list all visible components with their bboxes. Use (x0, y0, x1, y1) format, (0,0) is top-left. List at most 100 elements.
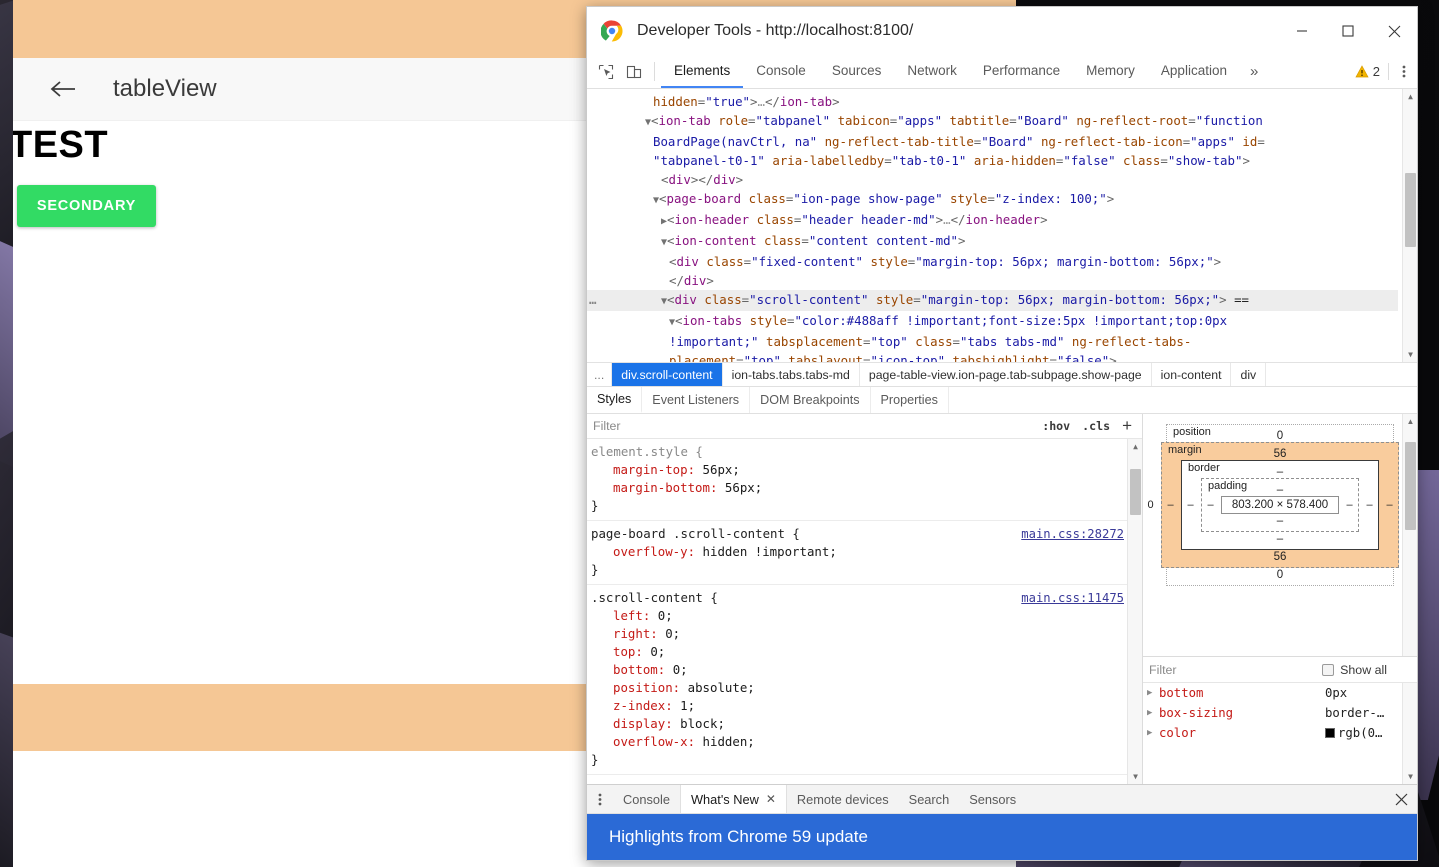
style-rule-source-link[interactable]: main.css:28272 (1021, 525, 1124, 543)
box-model-content-size[interactable]: 803.200 × 578.400 (1221, 496, 1339, 514)
declaration-property[interactable]: position: (613, 680, 688, 695)
dom-node-line[interactable]: ▼<ion-tab role="tabpanel" tabicon="apps"… (587, 111, 1398, 132)
style-declaration[interactable]: overflow-x: hidden; (587, 733, 1142, 751)
computed-property-row[interactable]: ▶ bottom 0px (1143, 683, 1417, 703)
declaration-property[interactable]: overflow-x: (613, 734, 703, 749)
styles-subtab-styles[interactable]: Styles (587, 387, 643, 413)
show-all-checkbox[interactable]: Show all (1322, 663, 1411, 677)
declaration-property[interactable]: right: (613, 626, 665, 641)
declaration-value[interactable]: 56px; (703, 462, 740, 477)
dom-node-line[interactable]: ▼<ion-tabs style="color:#488aff !importa… (587, 311, 1398, 332)
declaration-value[interactable]: absolute; (688, 680, 755, 695)
breadcrumb-item-ion-tabs-tabs-tabs-md[interactable]: ion-tabs.tabs.tabs-md (723, 363, 860, 386)
dom-node-line[interactable]: <div class="fixed-content" style="margin… (587, 252, 1398, 271)
scrollbar-thumb[interactable] (1405, 173, 1416, 247)
device-toolbar-icon[interactable] (620, 55, 648, 88)
breadcrumb-item-div[interactable]: div (1231, 363, 1267, 386)
declaration-value[interactable]: 0; (650, 644, 665, 659)
scrollbar-thumb[interactable] (1405, 442, 1416, 530)
declaration-value[interactable]: hidden !important; (703, 544, 837, 559)
tab-performance[interactable]: Performance (970, 55, 1073, 88)
margin-left-value[interactable]: – (1166, 499, 1175, 511)
computed-scrollbar[interactable]: ▼ (1402, 683, 1417, 784)
maximize-icon[interactable] (1325, 7, 1371, 55)
close-icon[interactable]: ✕ (766, 792, 776, 806)
margin-bottom-value[interactable]: 56 (1166, 550, 1394, 564)
style-declaration[interactable]: bottom: 0; (587, 661, 1142, 679)
declaration-property[interactable]: top: (613, 644, 650, 659)
style-declaration[interactable]: display: block; (587, 715, 1142, 733)
minimize-icon[interactable] (1279, 7, 1325, 55)
border-left-value[interactable]: – (1186, 499, 1195, 511)
declaration-property[interactable]: z-index: (613, 698, 680, 713)
declaration-value[interactable]: 0; (665, 626, 680, 641)
scroll-up-icon[interactable]: ▲ (1403, 414, 1417, 429)
new-style-rule-button[interactable]: + (1116, 417, 1136, 436)
computed-filter-input[interactable]: Filter (1149, 663, 1322, 677)
padding-bottom-value[interactable]: – (1206, 514, 1354, 528)
styles-scrollbar[interactable]: ▲ ▼ (1127, 439, 1142, 784)
dom-node-line[interactable]: !important;" tabsplacement="top" class="… (587, 332, 1398, 351)
declaration-property[interactable]: left: (613, 608, 658, 623)
style-declaration[interactable]: margin-top: 56px; (587, 461, 1142, 479)
devtools-titlebar[interactable]: Developer Tools - http://localhost:8100/ (587, 7, 1417, 55)
dom-node-line[interactable]: hidden="true">…</ion-tab> (587, 92, 1398, 111)
declaration-value[interactable]: block; (680, 716, 725, 731)
padding-left-value[interactable]: – (1206, 499, 1215, 511)
tab-application[interactable]: Application (1148, 55, 1240, 88)
more-vertical-icon[interactable] (587, 785, 613, 813)
drawer-tab-remote-devices[interactable]: Remote devices (787, 785, 899, 813)
drawer-tab-search[interactable]: Search (899, 785, 960, 813)
margin-right-value[interactable]: – (1385, 499, 1394, 511)
hov-toggle-button[interactable]: :hov (1036, 419, 1076, 433)
drawer-tab-sensors[interactable]: Sensors (959, 785, 1026, 813)
drawer-tab-whats-new[interactable]: What's New ✕ (679, 785, 787, 813)
dom-node-line[interactable]: ▼<ion-content class="content content-md"… (587, 231, 1398, 252)
back-arrow-icon[interactable] (41, 67, 85, 111)
more-vertical-icon[interactable] (1391, 55, 1417, 88)
style-declaration[interactable]: left: 0; (587, 607, 1142, 625)
style-declaration[interactable]: top: 0; (587, 643, 1142, 661)
more-tabs-icon[interactable]: » (1240, 55, 1268, 88)
style-declaration[interactable]: margin-bottom: 56px; (587, 479, 1142, 497)
padding-right-value[interactable]: – (1345, 499, 1354, 511)
border-bottom-value[interactable]: – (1186, 532, 1374, 546)
style-declaration[interactable]: right: 0; (587, 625, 1142, 643)
tab-sources[interactable]: Sources (819, 55, 895, 88)
cls-toggle-button[interactable]: .cls (1076, 419, 1116, 433)
drawer-tab-console[interactable]: Console (613, 785, 680, 813)
breadcrumb-item-div-scroll-content[interactable]: div.scroll-content (612, 363, 723, 386)
declaration-property[interactable]: bottom: (613, 662, 673, 677)
style-rule[interactable]: element.style {margin-top: 56px; margin-b… (587, 439, 1142, 521)
tab-memory[interactable]: Memory (1073, 55, 1148, 88)
dom-node-line[interactable]: <div></div> (587, 170, 1398, 189)
declaration-value[interactable]: 1; (680, 698, 695, 713)
inspect-element-icon[interactable] (592, 55, 620, 88)
dom-node-line[interactable]: "tabpanel-t0-1" aria-labelledby="tab-t0-… (587, 151, 1398, 170)
secondary-button[interactable]: SECONDARY (17, 184, 156, 227)
box-model-diagram[interactable]: position 0 0 margin 56 – border – – padd… (1143, 414, 1417, 657)
scrollbar-thumb[interactable] (1130, 469, 1141, 515)
styles-filter-input[interactable]: Filter (593, 419, 1036, 433)
position-bottom-value[interactable]: 0 (1171, 568, 1389, 582)
breadcrumb-item-page-table-view-ion-page-tab-subpage-show-page[interactable]: page-table-view.ion-page.tab-subpage.sho… (860, 363, 1152, 386)
computed-properties-list[interactable]: ▶ bottom 0px ▶ box-sizing border-… ▶ color rgb(0… (1143, 683, 1417, 784)
dom-tree-panel[interactable]: hidden="true">…</ion-tab> ▼<ion-tab role=… (587, 89, 1417, 363)
dom-node-line[interactable]: placement="top" tabslayout="icon-top" ta… (587, 351, 1398, 362)
scroll-down-icon[interactable]: ▼ (1403, 347, 1417, 362)
dom-line-gutter-dots[interactable]: … (589, 290, 597, 309)
tab-elements[interactable]: Elements (661, 55, 744, 88)
dom-node-line[interactable]: ▶<ion-header class="header header-md">…<… (587, 210, 1398, 231)
border-right-value[interactable]: – (1365, 499, 1374, 511)
declaration-value[interactable]: 0; (673, 662, 688, 677)
chevron-right-icon[interactable]: ▶ (1147, 683, 1159, 703)
dom-node-line[interactable]: ▼<page-board class="ion-page show-page" … (587, 189, 1398, 210)
dom-node-line[interactable]: … ▼<div class="scroll-content" style="mar… (587, 290, 1398, 311)
dom-node-line[interactable]: BoardPage(navCtrl, na" ng-reflect-tab-ti… (587, 132, 1398, 151)
style-rule[interactable]: .scroll-content {main.css:11475 left: 0; r… (587, 585, 1142, 775)
style-rule-source-link[interactable]: main.css:11475 (1021, 589, 1124, 607)
style-declaration[interactable]: overflow-y: hidden !important; (587, 543, 1142, 561)
breadcrumb-item-ion-content[interactable]: ion-content (1152, 363, 1232, 386)
style-declaration[interactable]: position: absolute; (587, 679, 1142, 697)
scroll-down-icon[interactable]: ▼ (1403, 769, 1417, 784)
